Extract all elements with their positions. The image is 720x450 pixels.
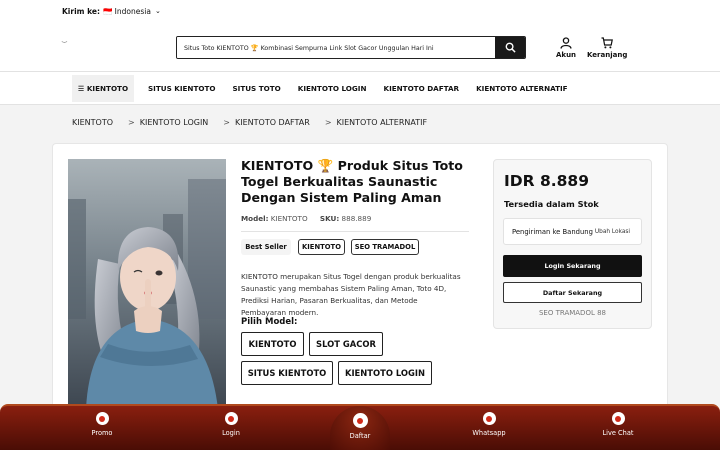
user-icon bbox=[560, 37, 572, 49]
chip-icon bbox=[224, 412, 238, 425]
model-option-slot-gacor[interactable]: SLOT GACOR bbox=[309, 332, 383, 356]
product-price: IDR 8.889 bbox=[504, 172, 589, 190]
shipping-text: Pengiriman ke Bandung bbox=[512, 227, 593, 236]
breadcrumb-item[interactable]: KIENTOTO LOGIN bbox=[140, 118, 209, 127]
sku-value: 888.889 bbox=[341, 214, 372, 223]
model-label: Model: bbox=[241, 214, 269, 223]
bottom-nav-live-chat[interactable]: Live Chat bbox=[578, 412, 658, 437]
cart-label: Keranjang bbox=[587, 51, 628, 59]
bottom-nav-label: Login bbox=[222, 429, 240, 437]
breadcrumb-separator: > bbox=[324, 117, 332, 127]
bottom-nav-label: Whatsapp bbox=[472, 429, 506, 437]
bottom-nav-login[interactable]: Login bbox=[191, 412, 271, 437]
account-link[interactable]: Akun bbox=[556, 37, 576, 59]
change-location-link[interactable]: Ubah Lokasi bbox=[595, 229, 630, 235]
bottom-nav-label: Daftar bbox=[349, 432, 371, 440]
bottom-nav-whatsapp[interactable]: Whatsapp bbox=[449, 412, 529, 437]
register-now-button[interactable]: Daftar Sekarang bbox=[503, 282, 642, 303]
breadcrumb-separator: > bbox=[128, 117, 135, 127]
model-value: KIENTOTO bbox=[270, 214, 308, 223]
site-header: ‿ Akun Keranjang bbox=[0, 22, 720, 72]
search-button[interactable] bbox=[495, 37, 525, 58]
model-option-kientoto-login[interactable]: KIENTOTO LOGIN bbox=[338, 361, 432, 385]
bottom-nav-label: Promo bbox=[91, 429, 113, 437]
nav-item-kientoto-alternatif[interactable]: KIENTOTO ALTERNATIF bbox=[476, 84, 568, 93]
chip-icon bbox=[352, 413, 368, 428]
seo-note: SEO TRAMADOL 88 bbox=[538, 309, 606, 317]
chevron-down-icon: ⌄ bbox=[154, 7, 161, 15]
tag-seo-tramadol[interactable]: SEO TRAMADOL bbox=[351, 239, 419, 255]
chip-icon bbox=[611, 412, 625, 425]
breadcrumb-item[interactable]: KIENTOTO ALTERNATIF bbox=[337, 118, 428, 127]
bottom-nav-daftar[interactable]: Daftar bbox=[320, 413, 400, 440]
divider bbox=[241, 231, 469, 232]
breadcrumb: KIENTOTO > KIENTOTO LOGIN > KIENTOTO DAF… bbox=[0, 105, 720, 139]
site-logo[interactable]: ‿ bbox=[62, 36, 67, 43]
chip-icon bbox=[95, 412, 109, 425]
product-title: KIENTOTO 🏆 Produk Situs Toto Togel Berku… bbox=[241, 158, 463, 205]
search-bar bbox=[176, 36, 526, 59]
shipping-location[interactable]: Pengiriman ke Bandung Ubah Lokasi bbox=[503, 218, 642, 245]
nav-item-situs-kientoto[interactable]: SITUS KIENTOTO bbox=[148, 84, 215, 93]
product-meta: Model: KIENTOTO SKU: 888.889 bbox=[241, 214, 371, 223]
login-now-button[interactable]: Login Sekarang bbox=[503, 255, 642, 277]
tag-best-seller: Best Seller bbox=[241, 239, 291, 255]
bottom-nav-promo[interactable]: Promo bbox=[62, 412, 142, 437]
chip-icon bbox=[482, 412, 496, 425]
shipping-location-bar[interactable]: Kirim ke: 🇮🇩 Indonesia ⌄ bbox=[0, 0, 720, 22]
sku-label: SKU: bbox=[319, 214, 340, 223]
product-image[interactable] bbox=[68, 159, 226, 409]
nav-item-situs-toto[interactable]: SITUS TOTO bbox=[232, 84, 280, 93]
model-option-situs-kientoto[interactable]: SITUS KIENTOTO bbox=[241, 361, 333, 385]
search-icon bbox=[505, 42, 516, 53]
country-value: 🇮🇩 Indonesia bbox=[102, 6, 151, 16]
nav-item-kientoto-daftar[interactable]: KIENTOTO DAFTAR bbox=[384, 84, 460, 93]
cart-link[interactable]: Keranjang bbox=[587, 37, 627, 59]
product-description: KIENTOTO merupakan Situs Togel dengan pr… bbox=[241, 272, 461, 317]
model-option-kientoto[interactable]: KIENTOTO bbox=[241, 332, 304, 356]
nav-item-kientoto-login[interactable]: KIENTOTO LOGIN bbox=[298, 84, 367, 93]
search-input[interactable] bbox=[177, 37, 495, 58]
cart-icon bbox=[601, 37, 614, 49]
product-photo-illustration bbox=[68, 159, 226, 409]
stock-status: Tersedia dalam Stok bbox=[504, 199, 599, 209]
choose-model-label: Pilih Model: bbox=[241, 317, 298, 327]
breadcrumb-separator: > bbox=[223, 117, 230, 127]
breadcrumb-item[interactable]: KIENTOTO bbox=[72, 118, 113, 127]
tag-kientoto[interactable]: KIENTOTO bbox=[298, 239, 345, 255]
nav-menu-button[interactable]: ☰ KIENTOTO bbox=[72, 74, 134, 102]
bottom-nav-label: Live Chat bbox=[602, 429, 634, 437]
ship-to-label: Kirim ke: bbox=[62, 6, 100, 16]
main-navigation: ☰ KIENTOTO SITUS KIENTOTO SITUS TOTO KIE… bbox=[0, 72, 720, 105]
account-label: Akun bbox=[556, 51, 577, 59]
breadcrumb-item[interactable]: KIENTOTO DAFTAR bbox=[235, 118, 310, 127]
